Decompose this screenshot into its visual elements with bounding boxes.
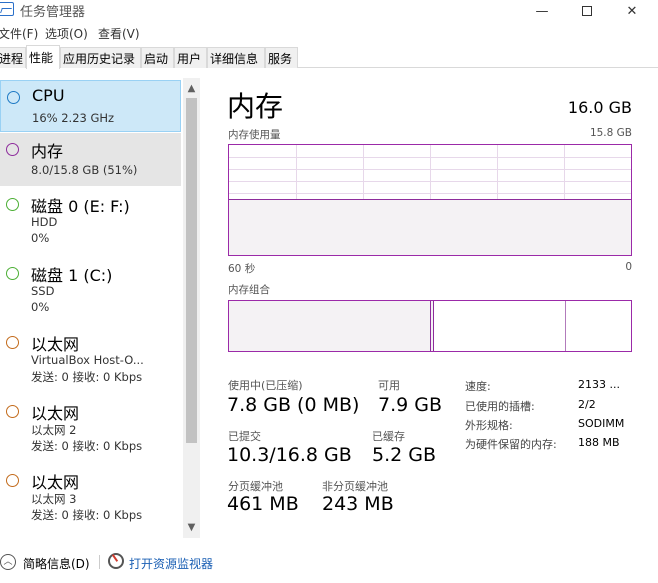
memory-composition-bar <box>228 300 632 352</box>
hardware-reserved-label: 为硬件保留的内存: <box>465 438 557 451</box>
usage-graph-max: 15.8 GB <box>589 127 632 139</box>
sidebar-item-ethernet-3[interactable]: 以太网 以太网 3 发送: 0 接收: 0 Kbps <box>0 464 181 530</box>
resource-monitor-icon[interactable] <box>108 553 124 569</box>
graph-time-right: 0 <box>625 261 632 273</box>
hardware-reserved-value: 188 MB <box>578 436 620 449</box>
sidebar-item-disk-0[interactable]: 磁盘 0 (E: F:) HDD 0% <box>0 188 181 254</box>
paged-pool-label: 分页缓冲池 <box>228 480 283 493</box>
speed-value: 2133 ... <box>578 378 620 391</box>
maximize-button[interactable] <box>564 0 610 22</box>
form-factor-label: 外形规格: <box>465 419 513 432</box>
cached-value: 5.2 GB <box>372 444 437 466</box>
committed-label: 已提交 <box>228 430 261 443</box>
sidebar-item-adapter: 以太网 2 <box>31 423 77 437</box>
menu-options[interactable]: 选项(O) <box>45 25 88 42</box>
nonpaged-pool-label: 非分页缓冲池 <box>322 480 388 493</box>
close-icon: ✕ <box>626 3 638 19</box>
menu-file[interactable]: 文件(F) <box>0 25 38 42</box>
sidebar-item-type: SSD <box>31 284 55 298</box>
usage-graph-label: 内存使用量 <box>228 129 281 141</box>
window-title: 任务管理器 <box>20 5 86 20</box>
chevron-up-icon[interactable]: ︿ <box>0 554 16 570</box>
form-factor-value: SODIMM <box>578 417 625 430</box>
ethernet-indicator-icon <box>6 405 19 418</box>
sidebar-item-name: CPU <box>32 86 65 105</box>
sidebar-item-name: 磁盘 1 (C:) <box>31 266 113 285</box>
open-resource-monitor-link[interactable]: 打开资源监视器 <box>129 555 213 572</box>
sidebar-scrollbar[interactable]: ▲ ▼ <box>183 78 200 538</box>
sidebar-item-detail: 0% <box>31 300 50 314</box>
speed-label: 速度: <box>465 380 491 393</box>
sidebar-item-type: HDD <box>31 215 58 229</box>
slots-value: 2/2 <box>578 398 596 411</box>
sidebar-item-cpu[interactable]: CPU 16% 2.23 GHz <box>0 80 181 132</box>
memory-indicator-icon <box>6 143 19 156</box>
sidebar-item-name: 以太网 <box>31 473 80 492</box>
tab-services[interactable]: 服务 <box>265 47 298 68</box>
memory-total: 16.0 GB <box>567 98 632 117</box>
sidebar-item-name: 以太网 <box>31 335 80 354</box>
tab-bar: 进程 性能 应用历史记录 启动 用户 详细信息 服务 <box>0 45 658 69</box>
sidebar-item-detail: 8.0/15.8 GB (51%) <box>31 163 138 177</box>
disk-indicator-icon <box>6 267 19 280</box>
divider <box>99 555 100 569</box>
sidebar-item-detail: 16% 2.23 GHz <box>32 111 115 125</box>
task-manager-icon <box>0 2 14 16</box>
tab-app-history[interactable]: 应用历史记录 <box>60 47 141 68</box>
sidebar-item-name: 磁盘 0 (E: F:) <box>31 197 130 216</box>
cpu-indicator-icon <box>7 91 20 104</box>
chevron-down-icon[interactable]: ▼ <box>183 519 200 536</box>
nonpaged-pool-value: 243 MB <box>322 493 394 515</box>
cached-label: 已缓存 <box>372 430 405 443</box>
fewer-details-button[interactable]: 简略信息(D) <box>23 555 90 572</box>
ethernet-indicator-icon <box>6 336 19 349</box>
minimize-button[interactable]: — <box>519 0 565 22</box>
scrollbar-thumb[interactable] <box>186 98 197 443</box>
composition-in-use <box>229 301 432 351</box>
paged-pool-value: 461 MB <box>227 493 299 515</box>
composition-label: 内存组合 <box>228 284 270 296</box>
sidebar-item-name: 内存 <box>31 142 64 161</box>
menu-view[interactable]: 查看(V) <box>98 25 140 42</box>
memory-panel: 内存 16.0 GB 内存使用量 15.8 GB 60 秒 0 内存组合 使用中… <box>200 78 658 540</box>
minimize-icon: — <box>535 3 549 19</box>
sidebar-item-adapter: VirtualBox Host-O... <box>31 353 144 367</box>
tab-startup[interactable]: 启动 <box>141 47 174 68</box>
menu-bar: 文件(F) 选项(O) 查看(V) <box>0 22 658 44</box>
maximize-icon <box>582 6 592 16</box>
title-bar: 任务管理器 — ✕ <box>0 0 658 22</box>
committed-value: 10.3/16.8 GB <box>227 444 352 466</box>
sidebar-item-detail: 发送: 0 接收: 0 Kbps <box>31 508 143 522</box>
footer: ︿ 简略信息(D) 打开资源监视器 <box>0 545 658 583</box>
sidebar-item-adapter: 以太网 3 <box>31 492 77 506</box>
in-use-value: 7.8 GB (0 MB) <box>227 394 360 416</box>
chevron-up-icon[interactable]: ▲ <box>183 80 200 97</box>
in-use-label: 使用中(已压缩) <box>228 379 303 392</box>
resource-list: CPU 16% 2.23 GHz 内存 8.0/15.8 GB (51%) 磁盘… <box>0 78 200 540</box>
ethernet-indicator-icon <box>6 474 19 487</box>
memory-usage-fill <box>229 198 631 255</box>
close-button[interactable]: ✕ <box>609 0 655 22</box>
available-value: 7.9 GB <box>378 394 443 416</box>
available-label: 可用 <box>378 379 400 392</box>
sidebar-item-ethernet-2[interactable]: 以太网 以太网 2 发送: 0 接收: 0 Kbps <box>0 395 181 461</box>
sidebar-item-detail: 发送: 0 接收: 0 Kbps <box>31 439 143 453</box>
tab-details[interactable]: 详细信息 <box>207 47 265 68</box>
tab-performance[interactable]: 性能 <box>26 45 60 69</box>
sidebar-item-disk-1[interactable]: 磁盘 1 (C:) SSD 0% <box>0 257 181 323</box>
graph-time-left: 60 秒 <box>228 263 256 275</box>
tab-processes[interactable]: 进程 <box>0 47 26 68</box>
tab-users[interactable]: 用户 <box>174 47 207 68</box>
sidebar-item-ethernet-1[interactable]: 以太网 VirtualBox Host-O... 发送: 0 接收: 0 Kbp… <box>0 326 181 392</box>
sidebar-item-name: 以太网 <box>31 404 80 423</box>
sidebar-item-detail: 0% <box>31 231 50 245</box>
memory-usage-graph <box>228 144 632 256</box>
page-title: 内存 <box>227 90 284 123</box>
slots-label: 已使用的插槽: <box>465 400 535 413</box>
disk-indicator-icon <box>6 198 19 211</box>
composition-standby <box>436 301 567 351</box>
composition-modified <box>431 301 435 351</box>
sidebar-item-detail: 发送: 0 接收: 0 Kbps <box>31 370 143 384</box>
sidebar-item-memory[interactable]: 内存 8.0/15.8 GB (51%) <box>0 133 181 186</box>
